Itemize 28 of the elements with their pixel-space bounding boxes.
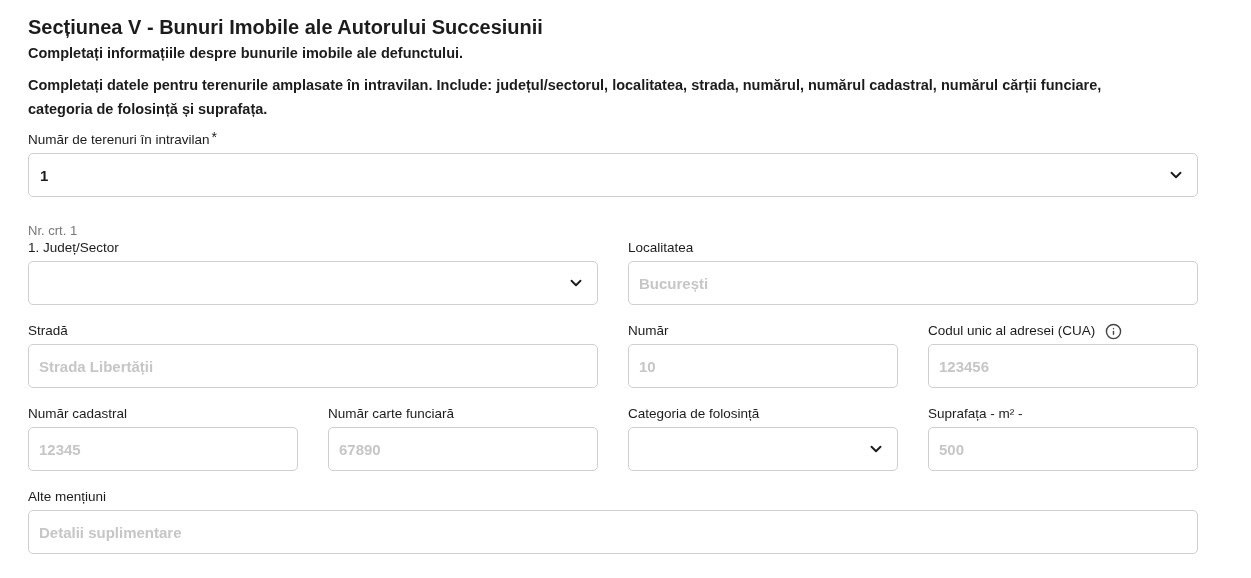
- info-icon[interactable]: [1105, 322, 1123, 340]
- field-label: Număr de terenuri în intravilan: [28, 131, 210, 149]
- input-field[interactable]: 67890: [328, 427, 598, 471]
- field-label: Stradă: [28, 322, 68, 340]
- field-label: Număr carte funciară: [328, 405, 455, 423]
- field-label: Localitatea: [628, 239, 694, 257]
- input-field[interactable]: 12345: [28, 427, 298, 471]
- section-title: Secțiunea V - Bunuri Imobile ale Autorului Succesiunii: [28, 15, 544, 40]
- select-field[interactable]: 1: [28, 153, 1198, 197]
- field-label: Suprafața - m² -: [928, 405, 1023, 423]
- field-label: Alte mențiuni: [28, 488, 107, 506]
- field-label: Număr cadastral: [28, 405, 128, 423]
- input-field[interactable]: 10: [628, 344, 898, 388]
- input-field[interactable]: 123456: [928, 344, 1198, 388]
- field-label: 1. Județ/Sector: [28, 239, 119, 257]
- field-label: Codul unic al adresei (CUA): [928, 322, 1096, 340]
- input-field[interactable]: Strada Libertății: [28, 344, 598, 388]
- field-label: Număr: [628, 322, 669, 340]
- select-field[interactable]: [628, 427, 898, 471]
- input-field[interactable]: București: [628, 261, 1198, 305]
- select-field[interactable]: [28, 261, 598, 305]
- instructions-text: Completați datele pentru terenurile amplasate în intravilan. Include: județul/sectorul, localitatea, strada, numărul, numărul cadastral, numărul cărții funciare, categoria de folosință și suprafața.: [28, 76, 1103, 119]
- input-field[interactable]: 500: [928, 427, 1198, 471]
- field-label: Categoria de folosință: [628, 405, 760, 423]
- section-subtitle: Completați informațiile despre bunurile imobile ale defunctului.: [28, 44, 465, 63]
- entry-number: Nr. crt. 1: [28, 223, 79, 239]
- required-mark: *: [211, 131, 218, 143]
- input-field[interactable]: Detalii suplimentare: [28, 510, 1198, 554]
